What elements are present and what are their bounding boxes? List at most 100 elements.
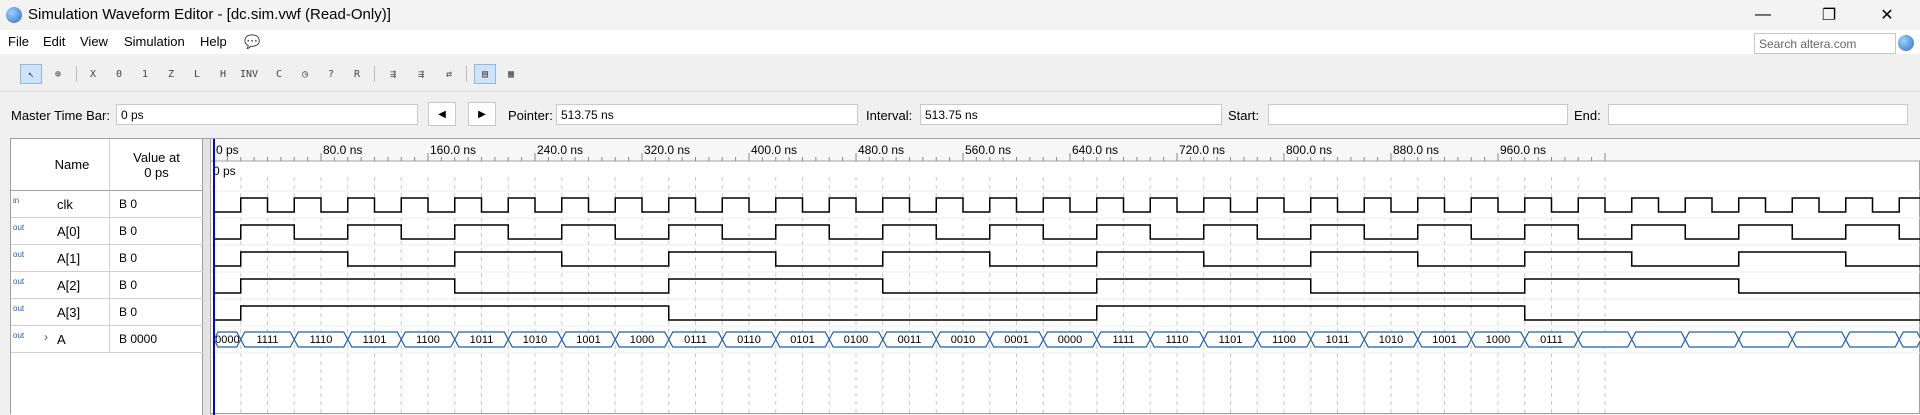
force-low-icon[interactable]: 0 — [108, 64, 130, 84]
menu-file[interactable]: File — [8, 34, 29, 49]
timing-sim-icon[interactable]: ⇶ — [410, 64, 432, 84]
signal-value: B 0 — [119, 305, 138, 319]
column-divider — [109, 299, 110, 325]
cursor-time-label: 0 ps — [213, 164, 236, 178]
toolbar-separator — [76, 66, 77, 82]
time-label: 720.0 ns — [1179, 143, 1225, 157]
force-high-impedance-icon[interactable]: Z — [160, 64, 182, 84]
time-label: 240.0 ns — [537, 143, 583, 157]
end-label: End: — [1574, 108, 1601, 123]
icon-column-header — [11, 139, 35, 191]
bus-value: 0000 — [215, 334, 239, 346]
column-divider — [109, 272, 110, 298]
bus-value: 1110 — [1166, 334, 1189, 346]
signal-row[interactable]: out › A B 0000 — [11, 326, 203, 353]
time-label: 80.0 ns — [323, 143, 362, 157]
panel-splitter[interactable] — [203, 139, 211, 415]
arbitrary-value-icon[interactable]: ? — [320, 64, 342, 84]
menu-view[interactable]: View — [80, 34, 108, 49]
count-value-icon[interactable]: C — [268, 64, 290, 84]
toolbar: ↖ ⊕ X 0 1 Z L H INV C ◷ ? R ⇶ ⇶ ⇄ ▤ ▦ — [0, 56, 1920, 92]
random-value-icon[interactable]: R — [346, 64, 368, 84]
menu-help[interactable]: Help — [200, 34, 227, 49]
signal-value: B 0 — [119, 224, 138, 238]
output-pin-icon: out — [13, 304, 25, 313]
signal-list: Name Value at 0 ps in clk B 0 out A[0] B 0 out… — [11, 139, 203, 415]
clock-icon[interactable]: ◷ — [294, 64, 316, 84]
column-divider — [109, 245, 110, 271]
bus-segment — [1791, 331, 1847, 348]
signal-value: B 0 — [119, 251, 138, 265]
end-field[interactable] — [1608, 104, 1908, 125]
bus-value: 1111 — [1112, 334, 1134, 346]
feedback-icon[interactable]: 💬 — [244, 34, 260, 50]
waveform-canvas[interactable]: 0 ps 80.0 ns 160.0 ns 240.0 ns 320.0 ns 400.0… — [211, 139, 1920, 415]
value-column-header[interactable]: Value at 0 ps — [109, 139, 203, 191]
bus-value: 1000 — [1486, 334, 1510, 346]
signal-row[interactable]: out A[1] B 0 — [11, 245, 203, 272]
force-weak-high-icon[interactable]: H — [212, 64, 234, 84]
close-button[interactable]: ✕ — [1864, 0, 1910, 30]
report-icon[interactable]: ▤ — [474, 64, 496, 84]
bus-value: 1001 — [576, 334, 600, 346]
signal-waveform — [214, 278, 1920, 294]
start-field[interactable] — [1268, 104, 1568, 125]
name-column-header[interactable]: Name — [35, 139, 109, 191]
signal-waveform — [214, 224, 1920, 240]
functional-sim-icon[interactable]: ⇶ — [382, 64, 404, 84]
toolbar-separator — [466, 66, 467, 82]
force-weak-low-icon[interactable]: L — [186, 64, 208, 84]
next-transition-button[interactable]: ▶ — [468, 102, 496, 126]
signal-name: A[0] — [57, 224, 81, 239]
zoom-tool-icon[interactable]: ⊕ — [47, 64, 69, 84]
bus-value: 0001 — [1004, 334, 1028, 346]
signal-waveform — [214, 197, 1920, 213]
bus-segment — [1577, 331, 1633, 348]
selection-tool-icon[interactable]: ↖ — [20, 64, 42, 84]
time-label: 800.0 ns — [1286, 143, 1332, 157]
bus-value: 0011 — [898, 334, 922, 346]
bus-segment — [1845, 331, 1900, 348]
menu-simulation[interactable]: Simulation — [124, 34, 185, 49]
bus-segment — [1738, 331, 1793, 348]
bus-value: 1010 — [1379, 334, 1403, 346]
expand-chevron-icon[interactable]: › — [44, 330, 48, 344]
force-unknown-icon[interactable]: X — [82, 64, 104, 84]
bus-value: 1011 — [470, 334, 494, 346]
force-high-icon[interactable]: 1 — [134, 64, 156, 84]
generate-netlist-icon[interactable]: ⇄ — [438, 64, 460, 84]
time-label: 960.0 ns — [1500, 143, 1546, 157]
bus-value: 0100 — [844, 334, 868, 346]
signal-row[interactable]: out A[2] B 0 — [11, 272, 203, 299]
search-input[interactable]: Search altera.com — [1754, 33, 1896, 54]
previous-transition-button[interactable]: ◀ — [428, 102, 456, 126]
signal-row[interactable]: in clk B 0 — [11, 191, 203, 218]
master-time-bar-field[interactable]: 0 ps — [116, 104, 418, 125]
grid-snap-icon[interactable]: ▦ — [500, 64, 522, 84]
menu-edit[interactable]: Edit — [43, 34, 65, 49]
output-pin-icon: out — [13, 223, 25, 232]
bus-value: 0010 — [951, 334, 975, 346]
time-label: 880.0 ns — [1393, 143, 1439, 157]
bus-value: 1010 — [523, 334, 547, 346]
pointer-label: Pointer: — [508, 108, 553, 123]
bus-segment — [1684, 331, 1740, 348]
signal-name: A[3] — [57, 305, 81, 320]
invert-icon[interactable]: INV — [238, 64, 260, 84]
signal-name: clk — [57, 197, 73, 212]
signal-value: B 0000 — [119, 332, 158, 346]
search-globe-icon[interactable] — [1898, 35, 1914, 51]
interval-label: Interval: — [866, 108, 913, 123]
time-label: 320.0 ns — [644, 143, 690, 157]
minimize-button[interactable]: — — [1740, 0, 1786, 30]
bus-value: 0110 — [737, 334, 761, 346]
time-label: 640.0 ns — [1072, 143, 1118, 157]
time-label: 0 ps — [216, 143, 239, 157]
bus-value: 1100 — [416, 334, 440, 346]
time-label: 480.0 ns — [858, 143, 904, 157]
signal-row[interactable]: out A[0] B 0 — [11, 218, 203, 245]
pointer-field: 513.75 ns — [556, 104, 858, 125]
signal-row[interactable]: out A[3] B 0 — [11, 299, 203, 326]
restore-button[interactable]: ❐ — [1806, 0, 1852, 30]
bus-value: 0111 — [1540, 334, 1563, 346]
